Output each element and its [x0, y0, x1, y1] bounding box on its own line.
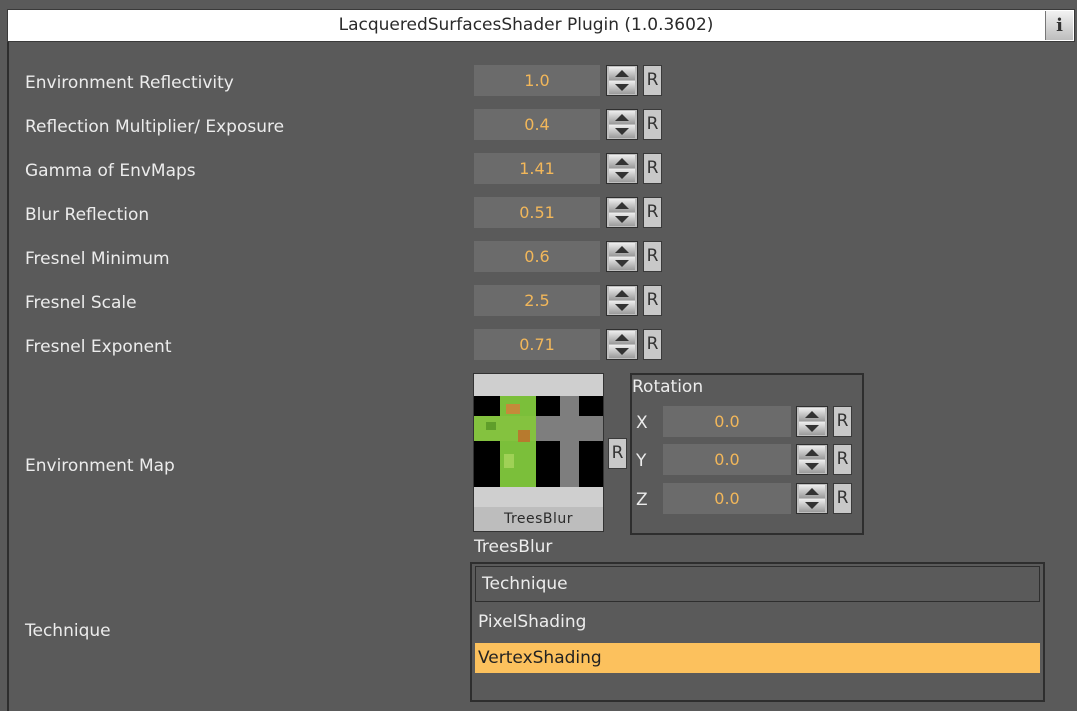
- environment-map-thumbnail[interactable]: TreesBlur: [473, 373, 604, 532]
- technique-list-header: Technique: [475, 566, 1040, 602]
- blur-reflection-label: Blur Reflection: [25, 205, 150, 225]
- gamma-envmaps-spinner[interactable]: [606, 153, 638, 184]
- spin-up-icon[interactable]: [799, 408, 825, 421]
- rotation-y-spinner[interactable]: [796, 444, 828, 475]
- gamma-envmaps-label: Gamma of EnvMaps: [25, 161, 196, 181]
- spin-up-icon[interactable]: [799, 446, 825, 459]
- spin-up-icon[interactable]: [609, 199, 635, 212]
- technique-label: Technique: [25, 621, 111, 641]
- spin-up-icon[interactable]: [609, 67, 635, 80]
- fresnel-minimum-reset-button[interactable]: R: [643, 241, 662, 272]
- rotation-x-field[interactable]: 0.0: [663, 406, 791, 437]
- rotation-y-label: Y: [636, 451, 647, 471]
- rotation-z-spinner[interactable]: [796, 483, 828, 514]
- spin-down-icon[interactable]: [799, 460, 825, 473]
- blur-reflection-reset-button[interactable]: R: [643, 197, 662, 228]
- rotation-title: Rotation: [632, 377, 704, 397]
- fresnel-scale-spinner[interactable]: [606, 285, 638, 316]
- spin-down-icon[interactable]: [609, 81, 635, 94]
- title-bar: LacqueredSurfacesShader Plugin (1.0.3602…: [7, 9, 1075, 42]
- spin-down-icon[interactable]: [609, 213, 635, 226]
- spin-up-icon[interactable]: [609, 155, 635, 168]
- gamma-envmaps-reset-button[interactable]: R: [643, 153, 662, 184]
- rotation-z-label: Z: [636, 490, 648, 510]
- blur-reflection-field[interactable]: 0.51: [474, 197, 600, 228]
- spin-up-icon[interactable]: [609, 243, 635, 256]
- rotation-x-spinner[interactable]: [796, 406, 828, 437]
- fresnel-scale-label: Fresnel Scale: [25, 293, 137, 313]
- gamma-envmaps-field[interactable]: 1.41: [474, 153, 600, 184]
- fresnel-exponent-field[interactable]: 0.71: [474, 329, 600, 360]
- cubemap-preview-image: [474, 374, 603, 507]
- spin-down-icon[interactable]: [609, 169, 635, 182]
- fresnel-minimum-label: Fresnel Minimum: [25, 249, 170, 269]
- info-button[interactable]: i: [1045, 11, 1073, 40]
- fresnel-scale-field[interactable]: 2.5: [474, 285, 600, 316]
- fresnel-exponent-reset-button[interactable]: R: [643, 329, 662, 360]
- fresnel-exponent-label: Fresnel Exponent: [25, 337, 172, 357]
- spin-down-icon[interactable]: [799, 499, 825, 512]
- spin-down-icon[interactable]: [799, 422, 825, 435]
- spin-down-icon[interactable]: [609, 257, 635, 270]
- fresnel-minimum-field[interactable]: 0.6: [474, 241, 600, 272]
- technique-option-vertexshading[interactable]: VertexShading: [475, 643, 1040, 673]
- spin-up-icon[interactable]: [609, 331, 635, 344]
- spin-up-icon[interactable]: [799, 485, 825, 498]
- reflection-multiplier-label: Reflection Multiplier/ Exposure: [25, 117, 285, 137]
- rotation-y-field[interactable]: 0.0: [663, 444, 791, 475]
- panel-title: LacqueredSurfacesShader Plugin (1.0.3602…: [338, 15, 714, 35]
- rotation-y-reset-button[interactable]: R: [833, 444, 852, 475]
- rotation-x-label: X: [636, 413, 648, 433]
- environment-map-reset-button[interactable]: R: [608, 438, 627, 469]
- blur-reflection-spinner[interactable]: [606, 197, 638, 228]
- technique-option-pixelshading[interactable]: PixelShading: [475, 607, 1040, 637]
- environment-reflectivity-reset-button[interactable]: R: [643, 65, 662, 96]
- spin-down-icon[interactable]: [609, 301, 635, 314]
- plugin-panel: LacqueredSurfacesShader Plugin (1.0.3602…: [0, 0, 1077, 711]
- spin-down-icon[interactable]: [609, 125, 635, 138]
- environment-reflectivity-field[interactable]: 1.0: [474, 65, 600, 96]
- reflection-multiplier-field[interactable]: 0.4: [474, 109, 600, 140]
- rotation-z-reset-button[interactable]: R: [833, 483, 852, 514]
- spin-down-icon[interactable]: [609, 345, 635, 358]
- fresnel-minimum-spinner[interactable]: [606, 241, 638, 272]
- fresnel-scale-reset-button[interactable]: R: [643, 285, 662, 316]
- spin-up-icon[interactable]: [609, 287, 635, 300]
- environment-reflectivity-label: Environment Reflectivity: [25, 73, 234, 93]
- environment-map-texture-name: TreesBlur: [474, 537, 553, 557]
- thumbnail-caption: TreesBlur: [474, 507, 603, 531]
- panel-left-border: [7, 42, 9, 711]
- environment-reflectivity-spinner[interactable]: [606, 65, 638, 96]
- spin-up-icon[interactable]: [609, 111, 635, 124]
- rotation-x-reset-button[interactable]: R: [833, 406, 852, 437]
- reflection-multiplier-spinner[interactable]: [606, 109, 638, 140]
- fresnel-exponent-spinner[interactable]: [606, 329, 638, 360]
- reflection-multiplier-reset-button[interactable]: R: [643, 109, 662, 140]
- environment-map-label: Environment Map: [25, 456, 175, 476]
- rotation-z-field[interactable]: 0.0: [663, 483, 791, 514]
